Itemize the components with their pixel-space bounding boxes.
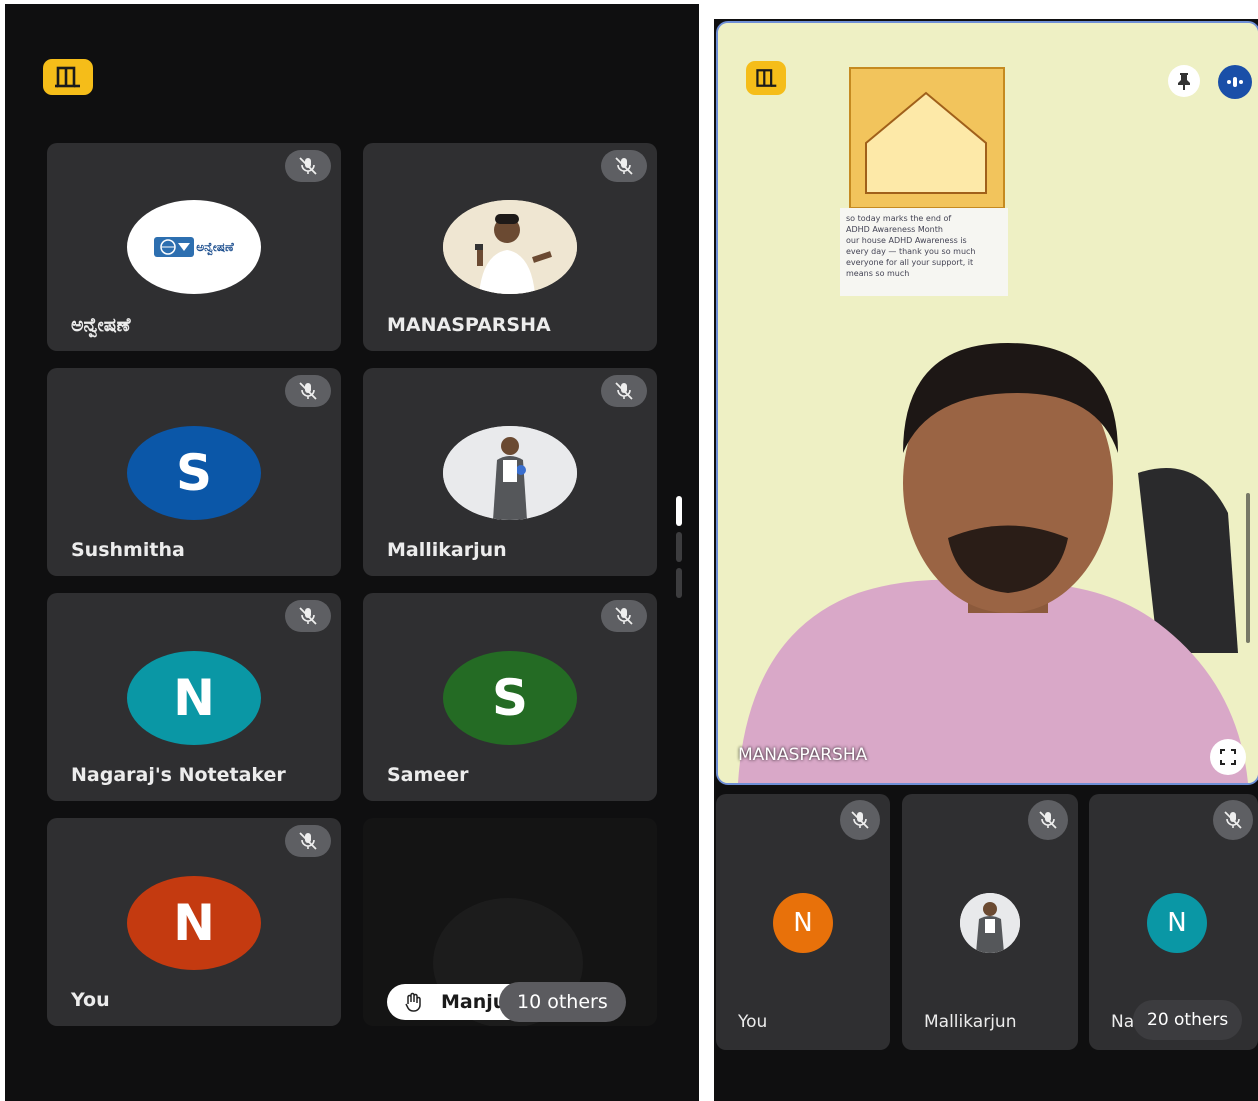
- participant-tile[interactable]: N Nagaraj's Notetaker: [47, 593, 341, 801]
- speaker-video[interactable]: so today marks the end of ADHD Awareness…: [716, 21, 1258, 785]
- poster-line: our house ADHD Awareness is: [846, 236, 967, 245]
- mic-off-icon: [285, 375, 331, 407]
- scrollbar-track: [1246, 493, 1250, 643]
- participant-name: Sushmitha: [71, 539, 185, 561]
- poster-line: so today marks the end of: [846, 214, 952, 223]
- participant-name: You: [738, 1012, 768, 1032]
- mic-off-icon: [601, 600, 647, 632]
- participant-tile[interactable]: N You: [716, 794, 890, 1050]
- door-icon: [55, 66, 80, 88]
- pin-icon: [1178, 73, 1190, 90]
- globe-hands-icon: [154, 237, 195, 257]
- poster-line: ADHD Awareness Month: [846, 225, 943, 234]
- mic-off-icon: [601, 375, 647, 407]
- participant-tile[interactable]: MANASPARSHA: [363, 143, 657, 351]
- participant-name: ಅನ್ವೇಷಣೆ: [71, 314, 131, 336]
- scrollbar-track: [676, 532, 682, 562]
- poster-line: everyone for all your support, it: [846, 258, 974, 267]
- others-count-pill[interactable]: 10 others: [499, 982, 626, 1022]
- audio-level-icon: [1227, 77, 1243, 87]
- participant-tile[interactable]: ಅನ್ವೇಷಣೆ ಅನ್ವೇಷಣೆ: [47, 143, 341, 351]
- poster-line: every day — thank you so much: [846, 247, 976, 256]
- raised-hand-name: Manju: [441, 991, 507, 1013]
- participant-tile[interactable]: N You: [47, 818, 341, 1026]
- others-count-pill[interactable]: 20 others: [1133, 1000, 1243, 1040]
- avatar-initial: N: [127, 651, 261, 745]
- participant-name: Mallikarjun: [924, 1012, 1017, 1032]
- mic-off-icon: [601, 150, 647, 182]
- avatar-photo: [443, 200, 577, 294]
- avatar-initial: S: [127, 426, 261, 520]
- mic-off-icon: [285, 600, 331, 632]
- scrollbar-track: [676, 568, 682, 598]
- participant-name: Nagaraj's Notetaker: [71, 764, 286, 786]
- left-meeting-grid: ಅನ್ವೇಷಣೆ ಅನ್ವೇಷಣೆ MANASPARSHA S Sushmith…: [5, 4, 699, 1101]
- logo-text: ಅನ್ವೇಷಣೆ: [196, 239, 234, 254]
- right-meeting-view: so today marks the end of ADHD Awareness…: [714, 19, 1258, 1101]
- participant-tile[interactable]: N Na 20 others: [1089, 794, 1258, 1050]
- meeting-room-icon[interactable]: [746, 61, 786, 95]
- fullscreen-icon: [1220, 749, 1236, 765]
- mic-off-icon: [285, 825, 331, 857]
- participant-tile[interactable]: S Sushmitha: [47, 368, 341, 576]
- organization-logo: ಅನ್ವೇಷಣೆ: [127, 200, 261, 294]
- speaker-video-frame: [718, 23, 1258, 783]
- mic-off-icon: [1028, 800, 1068, 840]
- participant-name: Mallikarjun: [387, 539, 507, 561]
- participant-tile[interactable]: S Sameer: [363, 593, 657, 801]
- speaker-name: MANASPARSHA: [738, 745, 868, 765]
- door-icon: [756, 69, 777, 87]
- participant-name: Sameer: [387, 764, 469, 786]
- fullscreen-button[interactable]: [1210, 739, 1246, 775]
- overflow-tile[interactable]: Manju 10 others: [363, 818, 657, 1026]
- raised-hand-icon: [405, 992, 421, 1012]
- participant-name: MANASPARSHA: [387, 314, 551, 336]
- mic-off-icon: [285, 150, 331, 182]
- pin-button[interactable]: [1168, 65, 1200, 97]
- participant-name: Na: [1111, 1012, 1135, 1032]
- participant-name: You: [71, 989, 110, 1011]
- avatar-initial: N: [1147, 893, 1207, 953]
- poster-text: so today marks the end of ADHD Awareness…: [846, 213, 1006, 279]
- avatar-photo: [443, 426, 577, 520]
- avatar-photo: [960, 893, 1020, 953]
- avatar-initial: S: [443, 651, 577, 745]
- avatar-initial: N: [773, 893, 833, 953]
- mic-off-icon: [840, 800, 880, 840]
- avatar-initial: N: [127, 876, 261, 970]
- speaking-indicator: [1218, 65, 1252, 99]
- participant-tile[interactable]: Mallikarjun: [902, 794, 1078, 1050]
- meeting-room-icon[interactable]: [43, 59, 93, 95]
- participant-tile[interactable]: Mallikarjun: [363, 368, 657, 576]
- scrollbar-thumb[interactable]: [676, 496, 682, 526]
- mic-off-icon: [1213, 800, 1253, 840]
- poster-line: means so much: [846, 269, 910, 278]
